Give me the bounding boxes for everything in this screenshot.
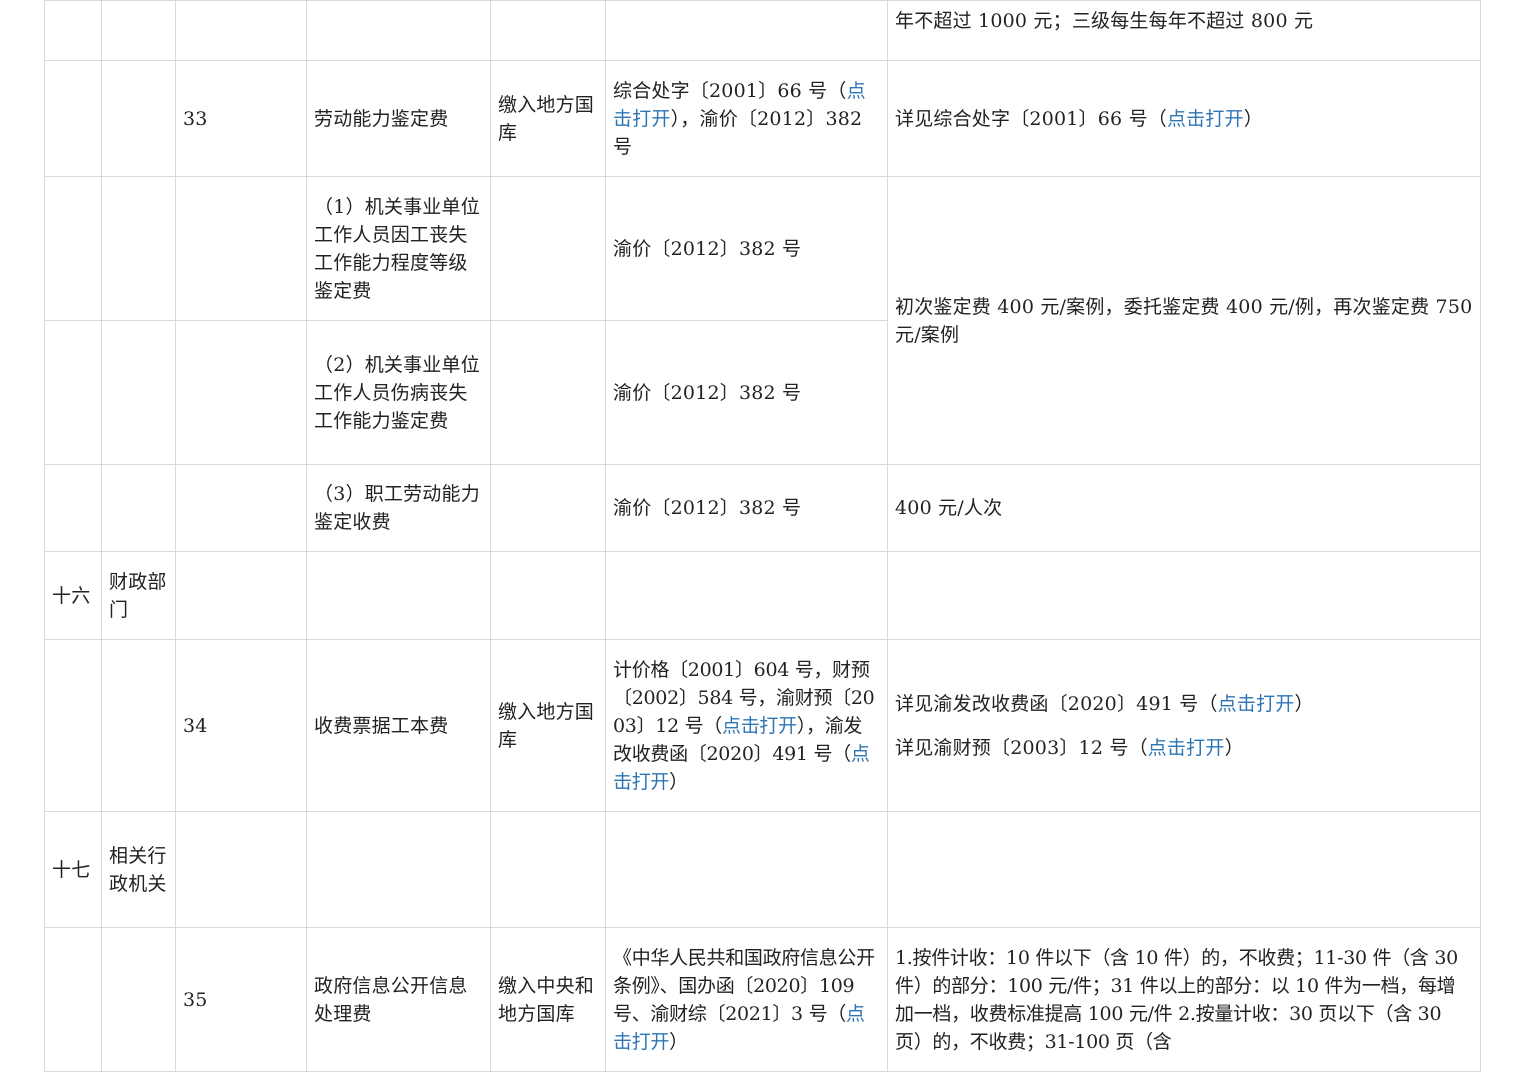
table-row: （3）职工劳动能力鉴定收费 渝价〔2012〕382 号 400 元/人次	[44, 464, 1481, 552]
item-name: （3）职工劳动能力鉴定收费	[306, 464, 491, 552]
table-row: 33 劳动能力鉴定费 缴入地方国库 综合处字〔2001〕66 号（点击打开），渝…	[44, 60, 1481, 177]
item-name: （2）机关事业单位工作人员伤病丧失工作能力鉴定费	[306, 320, 491, 465]
open-link[interactable]: 点击打开	[1167, 108, 1244, 130]
standard-cell: 400 元/人次	[887, 464, 1481, 552]
table-row: 年不超过 1000 元；三级每生每年不超过 800 元	[44, 0, 1481, 61]
dept-number: 十六	[44, 551, 102, 640]
basis-cell: 综合处字〔2001〕66 号（点击打开），渝价〔2012〕382 号	[605, 60, 888, 177]
item-name: （1）机关事业单位工作人员因工丧失工作能力程度等级鉴定费	[306, 176, 491, 321]
table-row: 十七 相关行政机关	[44, 811, 1481, 928]
basis-cell: 渝价〔2012〕382 号	[605, 176, 888, 321]
dept-number: 十七	[44, 811, 102, 928]
table-row: （1）机关事业单位工作人员因工丧失工作能力程度等级鉴定费 渝价〔2012〕382…	[44, 176, 1481, 465]
dept-name: 财政部门	[101, 551, 176, 640]
item-name: 收费票据工本费	[306, 639, 491, 812]
open-link[interactable]: 点击打开	[1218, 693, 1295, 715]
treasury-cell: 缴入地方国库	[490, 639, 606, 812]
basis-cell: 渝价〔2012〕382 号	[605, 464, 888, 552]
item-name: 劳动能力鉴定费	[306, 60, 491, 177]
standard-cell: 1.按件计收：10 件以下（含 10 件）的，不收费；11-30 件（含 30 …	[887, 927, 1481, 1072]
table-row: 十六 财政部门	[44, 551, 1481, 640]
table-row: 35 政府信息公开信息处理费 缴入中央和地方国库 《中华人民共和国政府信息公开条…	[44, 927, 1481, 1072]
standard-cell: 详见渝发改收费函〔2020〕491 号（点击打开） 详见渝财预〔2003〕12 …	[887, 639, 1481, 812]
dept-name: 相关行政机关	[101, 811, 176, 928]
basis-cell: 计价格〔2001〕604 号，财预〔2002〕584 号，渝财预〔2003〕12…	[605, 639, 888, 812]
open-link[interactable]: 点击打开	[722, 715, 797, 737]
item-number: 35	[175, 927, 307, 1072]
basis-cell: 《中华人民共和国政府信息公开条例》、国办函〔2020〕109 号、渝财综〔202…	[605, 927, 888, 1072]
item-number: 34	[175, 639, 307, 812]
standard-cell: 详见综合处字〔2001〕66 号（点击打开）	[887, 60, 1481, 177]
treasury-cell: 缴入地方国库	[490, 60, 606, 177]
open-link[interactable]: 点击打开	[1148, 737, 1225, 759]
standard-line: 详见渝财预〔2003〕12 号（点击打开）	[895, 736, 1244, 759]
item-number: 33	[175, 60, 307, 177]
treasury-cell: 缴入中央和地方国库	[490, 927, 606, 1072]
standard-line: 详见渝发改收费函〔2020〕491 号（点击打开）	[895, 692, 1314, 715]
standard-cell: 年不超过 1000 元；三级每生每年不超过 800 元	[887, 0, 1481, 61]
table-row: 34 收费票据工本费 缴入地方国库 计价格〔2001〕604 号，财预〔2002…	[44, 639, 1481, 812]
basis-cell: 渝价〔2012〕382 号	[605, 320, 888, 465]
fee-table: 年不超过 1000 元；三级每生每年不超过 800 元 33 劳动能力鉴定费 缴…	[44, 0, 1481, 1072]
standard-cell: 初次鉴定费 400 元/案例，委托鉴定费 400 元/例，再次鉴定费 750 元…	[887, 176, 1481, 465]
item-name: 政府信息公开信息处理费	[306, 927, 491, 1072]
